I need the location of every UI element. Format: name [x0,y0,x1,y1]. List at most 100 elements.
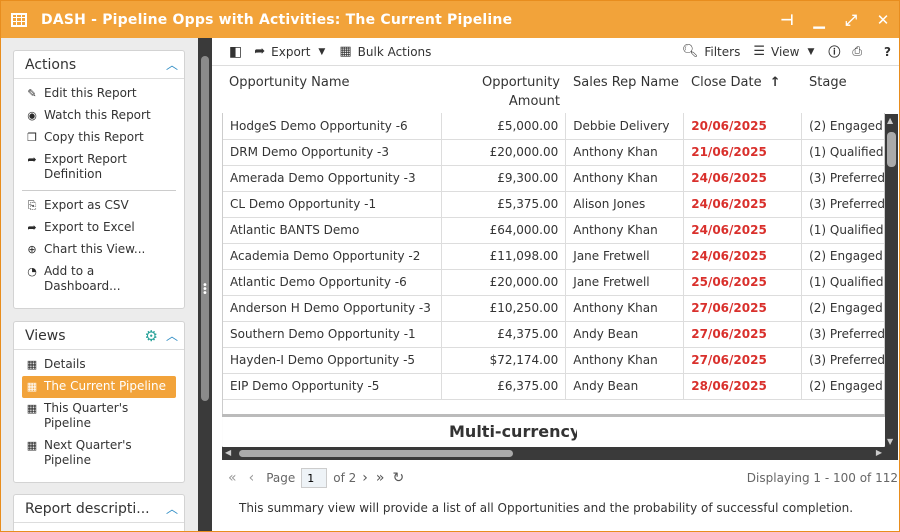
cell-close-date: 21/06/2025 [683,139,803,166]
column-header-stage[interactable]: Stage [809,73,847,92]
dashboard-icon: ◔ [27,265,37,278]
view-next-quarter[interactable]: ▦ Next Quarter's Pipeline [14,435,184,472]
view-button[interactable]: ☰ View ▼ [753,44,814,59]
views-panel-header[interactable]: Views ⚙ ︿ [14,322,184,350]
main-content: ◧ ➦ Export ▼ ▦ Bulk Actions 🔍︎ Filters ☰ View… [212,38,899,531]
chevron-up-icon[interactable]: ︿ [160,500,184,517]
scroll-down-icon[interactable]: ▼ [887,437,893,446]
action-export-excel[interactable]: ➦ Export to Excel [14,217,184,239]
sidebar-scrollbar[interactable]: • • • [198,38,212,531]
view-this-quarter[interactable]: ▦ This Quarter's Pipeline [14,398,184,435]
cell-stage: (3) Preferred [801,191,884,218]
scroll-right-icon[interactable]: ▶ [876,448,882,457]
page-count: of 2 [333,471,357,485]
close-icon[interactable]: ✕ [867,1,899,38]
action-export-csv[interactable]: ⎘ Export as CSV [14,195,184,217]
column-header-opportunity-name[interactable]: Opportunity Name [229,73,350,92]
scroll-thumb[interactable] [887,132,896,167]
cell-close-date: 20/06/2025 [683,113,803,140]
grid-horizontal-scrollbar[interactable]: ◀ ▶ [222,447,898,460]
refresh-icon[interactable]: ↻ [392,470,404,486]
export-csv-icon: ⎘ [27,199,37,212]
filters-button[interactable]: 🔍︎ Filters [682,44,741,59]
chevron-up-icon[interactable]: ︿ [160,327,184,344]
cell-sales-rep: Jane Fretwell [565,243,685,270]
report-description-title: Report descripti... [25,500,150,517]
table-row[interactable]: Atlantic BANTS Demo £64,000.00 Anthony Kha… [223,217,884,244]
table-row[interactable]: Atlantic Demo Opportunity -6 £20,000.00 Ja… [223,269,884,296]
cell-sales-rep: Anthony Khan [565,165,685,192]
next-page-icon[interactable]: › [362,470,368,486]
pin-icon[interactable]: ⊣ [771,1,803,38]
panel-toggle-button[interactable]: ◧ [229,44,248,60]
action-watch-report[interactable]: ◉ Watch this Report [14,105,184,127]
actions-panel-header[interactable]: Actions ︿ [14,51,184,79]
chevron-up-icon[interactable]: ︿ [160,56,184,73]
cell-opportunity-name: Hayden-I Demo Opportunity -5 [223,347,443,374]
cell-close-date: 28/06/2025 [683,373,803,400]
splitter-grip-icon[interactable]: • • • [202,281,208,299]
scroll-thumb[interactable] [201,56,209,401]
last-page-icon[interactable]: » [376,470,385,486]
cell-opportunity-name: HodgeS Demo Opportunity -6 [223,113,443,140]
export-button[interactable]: ➦ Export ▼ [254,44,325,59]
window-title: DASH - Pipeline Opps with Activities: Th… [41,11,513,28]
report-toolbar: ◧ ➦ Export ▼ ▦ Bulk Actions 🔍︎ Filters ☰ View… [212,38,899,66]
cell-stage: (2) Engaged [801,243,884,270]
cell-opportunity-name: Anderson H Demo Opportunity -3 [223,295,443,322]
view-current-pipeline[interactable]: ▦ The Current Pipeline [22,376,176,398]
chart-add-icon: ⊕ [27,243,37,256]
chevron-down-icon: ▼ [807,46,815,57]
minimize-icon[interactable]: ▁ [803,1,835,38]
views-panel: Views ⚙ ︿ ▦ Details ▦ The Current Pipeline ▦… [13,321,185,483]
grid-icon: ▦ [339,44,352,59]
cell-sales-rep: Andy Bean [565,373,685,400]
maximize-icon[interactable]: ⤢ [835,1,867,38]
table-row[interactable]: Southern Demo Opportunity -1 £4,375.00 And… [223,321,884,348]
eye-icon: ◉ [27,109,37,122]
cell-sales-rep: Alison Jones [565,191,685,218]
bulk-actions-button[interactable]: ▦ Bulk Actions [339,44,431,59]
scroll-up-icon[interactable]: ▲ [887,116,893,125]
prev-page-icon[interactable]: ‹ [249,470,255,486]
action-add-dashboard[interactable]: ◔ Add to a Dashboard... [14,261,184,298]
table-row[interactable]: EIP Demo Opportunity -5 £6,375.00 Andy Bea… [223,373,884,400]
chevron-down-icon: ▼ [318,46,326,57]
gear-icon[interactable]: ⚙ [145,327,158,345]
scroll-left-icon[interactable]: ◀ [225,448,231,457]
table-row[interactable]: Anderson H Demo Opportunity -3 £10,250.00… [223,295,884,322]
print-button[interactable]: ⎙ [852,44,862,59]
table-row[interactable]: HodgeS Demo Opportunity -6 £5,000.00 Debbi… [223,113,884,140]
info-button[interactable]: ⓘ [828,43,840,60]
table-icon: ▦ [26,380,38,393]
action-copy-report[interactable]: ❐ Copy this Report [14,127,184,149]
table-row[interactable]: Hayden-I Demo Opportunity -5 $72,174.00 An… [223,347,884,374]
column-header-opportunity-amount[interactable]: Opportunity Amount [478,73,560,111]
column-header-sales-rep[interactable]: Sales Rep Name [573,73,679,92]
first-page-icon[interactable]: « [228,470,237,486]
view-details[interactable]: ▦ Details [14,354,184,376]
cell-close-date: 24/06/2025 [683,191,803,218]
report-description-header[interactable]: Report descripti... ︿ [14,495,184,523]
title-bar: DASH - Pipeline Opps with Activities: Th… [1,1,899,38]
table-row[interactable]: Academia Demo Opportunity -2 £11,098.00 Ja… [223,243,884,270]
table-icon: ▦ [26,358,38,371]
action-chart-view[interactable]: ⊕ Chart this View... [14,239,184,261]
cell-stage: (2) Engaged [801,295,884,322]
column-headers: Opportunity Name Opportunity Amount Sale… [212,67,899,115]
help-button[interactable]: ? [884,45,891,59]
grid-vertical-scrollbar[interactable]: ▲ ▼ [885,114,898,448]
table-row[interactable]: DRM Demo Opportunity -3 £20,000.00 Anthony… [223,139,884,166]
table-row[interactable]: CL Demo Opportunity -1 £5,375.00 Alison Jo… [223,191,884,218]
column-header-close-date[interactable]: Close Date ↑ [691,73,781,92]
copy-icon: ❐ [27,131,37,144]
cell-amount: £4,375.00 [441,321,567,348]
table-row[interactable]: Amerada Demo Opportunity -3 £9,300.00 Anth… [223,165,884,192]
cell-sales-rep: Anthony Khan [565,139,685,166]
cell-close-date: 25/06/2025 [683,269,803,296]
action-export-definition[interactable]: ➦ Export Report Definition [14,149,184,186]
action-edit-report[interactable]: ✎ Edit this Report [14,83,184,105]
page-number-input[interactable] [301,468,328,488]
scroll-thumb[interactable] [239,450,513,457]
summary-heading: Multi-currency [449,422,577,441]
